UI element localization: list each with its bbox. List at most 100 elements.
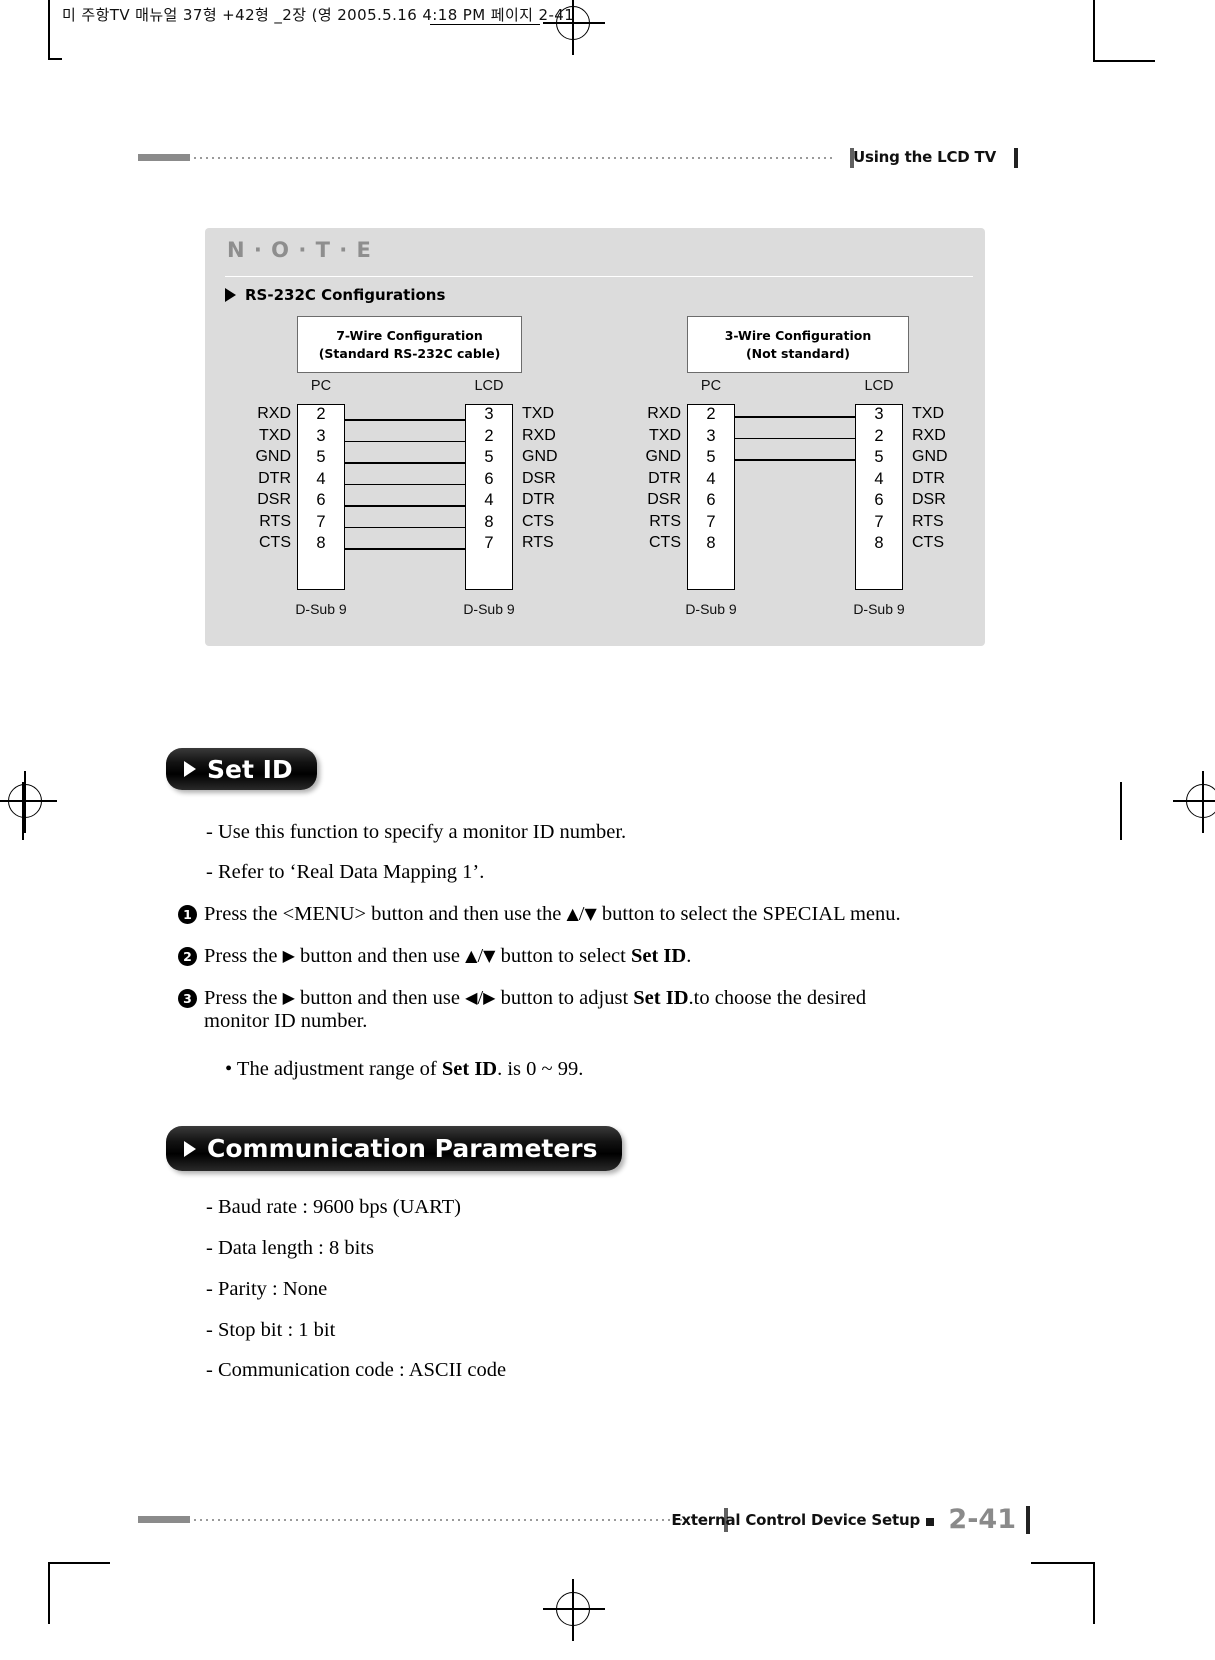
set-id-bullet-0: - Use this function to specify a monitor… <box>206 821 627 843</box>
step-number-badge: 3 <box>178 989 197 1008</box>
pin-number-right: 6 <box>484 469 494 488</box>
note-subtitle-label: RS-232C Configurations <box>245 286 446 304</box>
crop-mark-bottom-left-h <box>48 1562 110 1564</box>
signal-label-left: GND <box>255 448 291 465</box>
step-text: Press the ▶ button and then use ▲/▼ butt… <box>204 945 692 967</box>
signal-label-right: DSR <box>912 491 946 508</box>
signal-label-right: TXD <box>912 405 944 422</box>
signal-label-left: TXD <box>259 426 291 444</box>
pin-number-right: 2 <box>874 426 884 445</box>
crop-mark-top-left-tick <box>48 58 62 60</box>
pin-number-left: 4 <box>316 469 326 488</box>
footer-end-bar <box>1026 1506 1030 1534</box>
pin-number-right: 7 <box>874 512 884 531</box>
endpoint-label-right: LCD <box>864 378 894 394</box>
pin-number-right: 5 <box>874 448 884 466</box>
note-panel-divider <box>225 276 973 278</box>
wire-line <box>735 459 855 461</box>
footer-dotted-rule <box>194 1519 710 1521</box>
signal-label-left: RXD <box>257 405 291 422</box>
pin-number-left: 8 <box>316 534 326 552</box>
crop-mark-bottom-right-v <box>1093 1562 1095 1624</box>
wire-line <box>735 437 855 439</box>
note-panel: N · O · T · E RS-232C Configurations 7-W… <box>205 228 985 646</box>
signal-label-right: RTS <box>912 512 944 530</box>
signal-label-left: RXD <box>647 405 681 422</box>
step-text: Press the <MENU> button and then use the… <box>204 903 901 925</box>
config-title-box: 7-Wire Configuration (Standard RS-232C ca… <box>297 316 522 373</box>
section-badge-label: Communication Parameters <box>207 1134 598 1163</box>
set-id-step-3: 3 Press the ▶ button and then use ◀/▶ but… <box>178 987 978 1033</box>
pin-number-left: 4 <box>706 469 716 488</box>
config-title-box: 3-Wire Configuration (Not standard) <box>687 316 909 373</box>
pin-number-right: 3 <box>484 405 494 423</box>
page-header: Using the LCD TV <box>138 148 1028 170</box>
pin-number-left: 6 <box>706 491 716 509</box>
header-dotted-rule <box>194 157 836 159</box>
wire-line <box>345 462 465 464</box>
wire-line <box>345 440 465 442</box>
signal-label-left: DSR <box>647 491 681 508</box>
config-title-line-1: 7-Wire Configuration <box>336 327 483 343</box>
signal-label-left: RTS <box>649 512 681 530</box>
signal-label-right: DSR <box>522 469 556 487</box>
config-title-line-2: (Standard RS-232C cable) <box>318 345 501 361</box>
signal-label-right: CTS <box>912 534 944 551</box>
crop-mark-right-v <box>1120 782 1122 840</box>
signal-label-right: GND <box>912 448 948 465</box>
step-number-badge: 2 <box>178 947 197 966</box>
pin-number-left: 6 <box>316 491 326 509</box>
note-panel-title: N · O · T · E <box>227 238 372 262</box>
pin-number-left: 7 <box>706 512 716 531</box>
wire-line <box>345 526 465 528</box>
crop-mark-top-left-v <box>48 0 50 46</box>
signal-label-left: RTS <box>259 512 291 530</box>
pin-number-left: 2 <box>316 405 326 423</box>
set-id-step-1: 1 Press the <MENU> button and then use th… <box>178 903 978 926</box>
wire-line <box>345 548 465 550</box>
wire-line <box>735 416 855 418</box>
pin-number-left: 5 <box>316 448 326 466</box>
signal-label-right: RXD <box>522 426 556 444</box>
endpoint-label-left: PC <box>310 378 332 394</box>
crop-mark-top-right-h <box>1093 60 1155 62</box>
comm-param-1: - Data length : 8 bits <box>206 1237 374 1259</box>
pin-number-left: 7 <box>316 512 326 531</box>
signal-label-right: RXD <box>912 426 946 444</box>
wire-line <box>345 505 465 507</box>
signal-label-left: CTS <box>649 534 681 551</box>
pin-number-right: 4 <box>874 469 884 488</box>
crop-mark-bottom-left-v <box>48 1562 50 1624</box>
comm-param-0: - Baud rate : 9600 bps (UART) <box>206 1196 461 1218</box>
signal-label-left: GND <box>645 448 681 465</box>
registration-mark-right <box>1173 771 1215 833</box>
set-id-range-note: • The adjustment range of Set ID. is 0 ~… <box>225 1058 584 1080</box>
pin-number-right: 8 <box>874 534 884 552</box>
connector-type-label-right: D-Sub 9 <box>463 601 515 617</box>
connector-type-label-left: D-Sub 9 <box>685 601 737 617</box>
crop-mark-top-right-v <box>1093 0 1095 62</box>
footer-dash-rule <box>138 1516 190 1523</box>
header-dash-rule <box>138 154 190 161</box>
connector-type-label-left: D-Sub 9 <box>295 601 347 617</box>
triangle-right-icon <box>184 1140 196 1157</box>
config-title-line-1: 3-Wire Configuration <box>724 327 872 343</box>
signal-label-left: CTS <box>259 534 291 551</box>
footer-square-bullet-icon <box>926 1518 934 1526</box>
footer-section-label: External Control Device Setup <box>671 1511 920 1529</box>
signal-label-right: TXD <box>522 405 554 422</box>
pin-number-right: 7 <box>484 534 494 552</box>
comm-param-4: - Communication code : ASCII code <box>206 1359 507 1381</box>
signal-label-right: CTS <box>522 512 554 530</box>
pin-number-left: 2 <box>706 405 716 423</box>
signal-label-right: GND <box>522 448 558 465</box>
pin-number-left: 3 <box>316 426 326 445</box>
signal-label-left: DTR <box>258 469 291 487</box>
set-id-step-2: 2 Press the ▶ button and then use ▲/▼ but… <box>178 945 978 968</box>
crop-mark-bottom-right-h <box>1031 1562 1093 1564</box>
pin-number-left: 3 <box>706 426 716 445</box>
step-number-badge: 1 <box>178 905 197 924</box>
pin-number-right: 3 <box>874 405 884 423</box>
signal-label-left: TXD <box>649 426 681 444</box>
registration-mark-left <box>0 771 57 833</box>
